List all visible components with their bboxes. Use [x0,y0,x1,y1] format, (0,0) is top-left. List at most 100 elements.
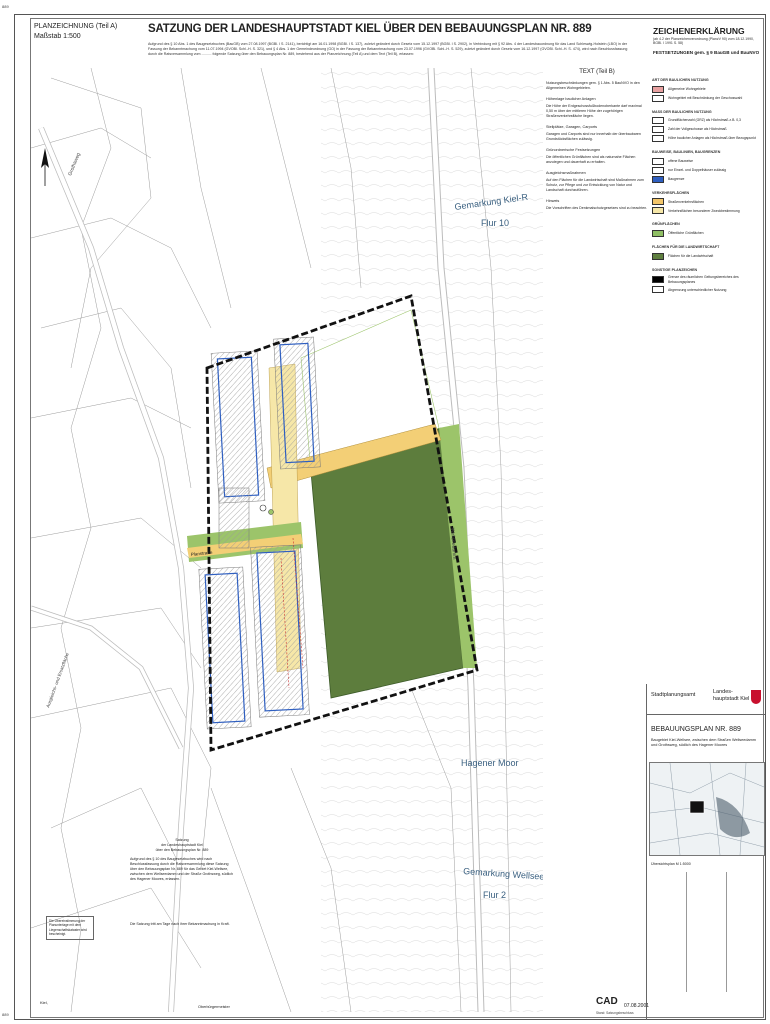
label-moor: Hagener Moor [461,758,519,768]
legend-item: Abgrenzung unterschiedlicher Nutzung [652,286,764,294]
text-part-b: TEXT (Teil B) Nutzungsbeschränkungen gem… [546,69,648,214]
plan-number: BEBAUUNGSPLAN NR. 889 [651,726,741,733]
text-section-body: Die Vorschriften des Denkmalschutzgesetz… [546,206,648,210]
legend-swatch-icon [652,166,664,174]
city-line1: Landes- [713,689,733,695]
legend-heading: ZEICHENERKLÄRUNG [653,26,745,36]
legend-item: Wohngebiet mit Beschränkung der Geschoss… [652,94,764,102]
legend-item: Grundflächenzahl (GRZ) als Höchstmaß z.B… [652,117,764,125]
legend-item-label: Verkehrsflächen besonderer Zweckbestimmu… [668,208,740,213]
legend-section-title: GRÜNFLÄCHEN [652,222,680,227]
label-flur-bottom-no: Flur 2 [483,890,506,900]
legend-item-label: Abgrenzung unterschiedlicher Nutzung [668,287,727,292]
legend-swatch-icon [652,117,664,125]
legend-item-label: Allgemeine Wohngebiete [668,86,706,91]
legend-swatch-icon [652,207,664,215]
legend-item-label: offene Bauweise [668,158,694,163]
page-title: SATZUNG DER LANDESHAUPTSTADT KIEL ÜBER D… [148,23,592,35]
tree-marker [268,509,274,515]
legend-item-label: Zahl der Vollgeschosse als Höchstmaß [668,127,727,132]
legend-item: Grenze des räumlichen Geltungsbereiches … [652,275,764,284]
sheet-label: PLANZEICHNUNG (Teil A) [34,23,118,30]
overview-map [649,762,765,856]
legend-item-label: Flächen für die Landwirtschaft [668,253,714,258]
legend-item: Straßenverkehrsflächen [652,198,764,206]
legend-item-label: Straßenverkehrsflächen [668,199,704,204]
legend-item: Allgemeine Wohngebiete [652,85,764,93]
legend-item: Höhe baulicher Anlagen als Höchstmaß übe… [652,135,764,143]
legend-list: ART DER BAULICHEN NUTZUNG Allgemeine Wohn… [652,70,764,295]
legend-swatch-icon [652,135,664,143]
city-name: Landes- hauptstadt Kiel [713,689,749,703]
procedure-col [690,872,728,992]
legend-item: Baugrenze [652,175,764,183]
signature-stamp: Oberbürgermeister [198,1005,230,1009]
legend-item-label: Öffentliche Grünflächen [668,231,704,236]
preamble-text: Aufgrund des § 10 Abs. 1 des Baugesetzbu… [148,42,628,56]
procedure-col [649,872,687,992]
legend-item-label: Baugrenze [668,176,685,181]
page-number: 889 [2,1012,9,1017]
legend-section-title: SONSTIGE PLANZEICHEN [652,267,698,272]
legend-swatch-icon [652,126,664,134]
cad-date: 07.08.2001 [624,1003,650,1009]
text-section-heading: Höhenlage baulicher Anlagen [546,97,596,101]
legend-item-label: Grundflächenzahl (GRZ) als Höchstmaß z.B… [668,118,741,123]
legend-item: Öffentliche Grünflächen [652,229,764,237]
legend-item: offene Bauweise [652,157,764,165]
legend-item-label: nur Einzel- und Doppelhäuser zulässig [668,167,727,172]
plan-description: Baugebiet Kiel-Wellsee, zwischen dem Str… [651,738,756,747]
text-section-heading: Stellplätze, Garagen, Carports [546,125,598,129]
legend-swatch-icon [652,198,664,206]
procedure-col [730,872,765,992]
legend-swatch-icon [652,94,664,102]
cad-sub: Stand: Satzungsbeschluss [596,1011,634,1015]
signature-line2: über den Bebauungsplan Nr. 889 [155,848,209,852]
text-section-body: Die Höhe der Erdgeschossfußbodenoberkant… [546,104,642,118]
title-block-header: Stadtplanungsamt Landes- hauptstadt Kiel [647,684,765,715]
legend-item: Verkehrsflächen besonderer Zweckbestimmu… [652,207,764,215]
legend-swatch-icon [652,157,664,165]
legend-swatch-icon [652,276,664,284]
legend-swatch-icon [652,175,664,183]
top-number: 889 [2,4,9,9]
city-line2: hauptstadt Kiel [713,696,750,702]
legend-item-label: Grenze des räumlichen Geltungsbereiches … [668,275,739,284]
text-section-heading: Ausgleichsmaßnahmen [546,171,586,175]
title-block: Stadtplanungsamt Landes- hauptstadt Kiel… [646,684,765,1020]
legend-item: Flächen für die Landwirtschaft [652,252,764,260]
procedure-notes [649,872,765,992]
kiel-crest-icon [751,690,761,704]
sheet-header-left: PLANZEICHNUNG (Teil A) Maßstab 1:500 [34,22,117,42]
legend-section-title: ART DER BAULICHEN NUTZUNG [652,78,709,82]
legend-swatch-icon [652,229,664,237]
legend-item: nur Einzel- und Doppelhäuser zulässig [652,166,764,174]
legend-section-title: MASS DER BAULICHEN NUTZUNG [652,109,712,114]
legend-item-label: Wohngebiet mit Beschränkung der Geschoss… [668,95,743,100]
signature-footer: Die Satzung tritt am Tage nach ihrer Bek… [130,922,230,926]
legend-section-title: FLÄCHEN FÜR DIE LANDWIRTSCHAFT [652,244,720,249]
legend-section-title: BAUWEISE, BAULINIEN, BAUGRENZEN [652,150,721,155]
office-name: Stadtplanungsamt [651,692,696,698]
plan-map[interactable]: Gemarkung Kiel-R Flur 10 Hagener Moor Ge… [31,68,543,1012]
legend-swatch-icon [652,252,664,260]
legend-subheading: (ab 4.2 der Planzeichenverordnung (Planz… [653,37,754,45]
plan-sheet: 889 PLANZEICHNUNG (Teil A) Maßstab 1:500… [0,0,770,1024]
legend-item-label: Höhe baulicher Anlagen als Höchstmaß übe… [668,136,756,141]
signature-place: Kiel, [40,1000,48,1005]
text-section-body: Auf den Flächen für die Landwirtschaft s… [546,178,644,192]
signature-body: Aufgrund des § 10 des Baugesetzbuches wi… [130,857,233,881]
text-section-body: Die öffentlichen Grünflächen sind als na… [546,155,636,164]
legend-swatch-icon [652,286,664,294]
signature-note-box: Die Übereinstimmung der Planunterlage mi… [46,916,94,940]
text-section-body: Nutzungsbeschränkungen gem. § 1 Abs. 5 B… [546,81,640,90]
legend-swatch-icon [652,85,664,93]
signature-block: Satzung der Landeshauptstadt Kiel über d… [130,838,234,927]
legend-item: Zahl der Vollgeschosse als Höchstmaß [652,126,764,134]
legend-festsetzungen: FESTSETZUNGEN gem. § 9 BauGB und BauNVO [653,50,760,55]
scale-label: Maßstab 1:500 [34,33,81,40]
text-section-body: Garagen und Carports sind nur innerhalb … [546,132,641,141]
text-section-heading: Hinweis [546,199,560,203]
label-flur-top-no: Flur 10 [481,218,509,228]
legend-section-title: VERKEHRSFLÄCHEN [652,190,690,195]
